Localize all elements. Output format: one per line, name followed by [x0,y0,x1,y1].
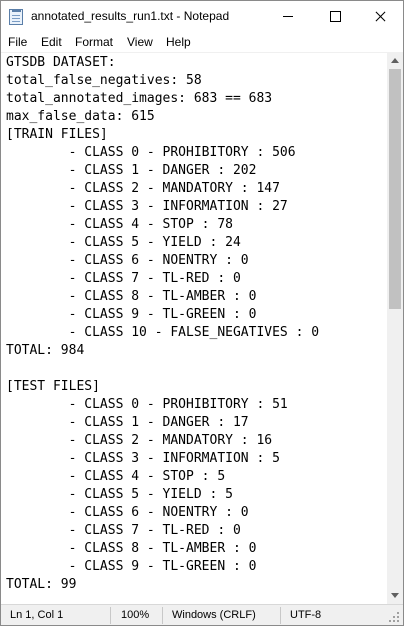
window-title: annotated_results_run1.txt - Notepad [31,9,230,23]
text-line[interactable]: - CLASS 1 - DANGER : 202 [6,162,319,180]
text-line[interactable]: - CLASS 5 - YIELD : 5 [6,486,319,504]
text-line[interactable]: - CLASS 8 - TL-AMBER : 0 [6,288,319,306]
text-line[interactable]: - CLASS 8 - TL-AMBER : 0 [6,540,319,558]
text-line[interactable]: - CLASS 6 - NOENTRY : 0 [6,252,319,270]
menu-help[interactable]: Help [166,35,191,49]
text-line[interactable]: total_false_negatives: 58 [6,72,319,90]
text-line[interactable]: - CLASS 7 - TL-RED : 0 [6,522,319,540]
text-line[interactable]: - CLASS 2 - MANDATORY : 16 [6,432,319,450]
title-bar[interactable]: annotated_results_run1.txt - Notepad [1,1,403,32]
notepad-icon[interactable] [9,9,23,25]
notepad-window: annotated_results_run1.txt - Notepad Fil… [0,0,404,626]
text-line[interactable]: GTSDB DATASET: [6,54,319,72]
text-line[interactable]: - CLASS 2 - MANDATORY : 147 [6,180,319,198]
vertical-scrollbar[interactable] [387,52,403,604]
text-line[interactable]: - CLASS 3 - INFORMATION : 5 [6,450,319,468]
cursor-position: Ln 1, Col 1 [10,609,64,621]
line-ending: Windows (CRLF) [172,609,256,621]
resize-grip-icon[interactable] [389,612,401,624]
text-line[interactable]: max_false_data: 615 [6,108,319,126]
text-line[interactable]: - CLASS 9 - TL-GREEN : 0 [6,558,319,576]
text-editor-area[interactable]: GTSDB DATASET: total_false_negatives: 58 t… [1,52,387,604]
minimize-button[interactable] [265,1,311,32]
text-line[interactable]: - CLASS 9 - TL-GREEN : 0 [6,306,319,324]
menu-view[interactable]: View [127,35,153,49]
text-line[interactable]: - CLASS 3 - INFORMATION : 27 [6,198,319,216]
status-bar: Ln 1, Col 1 100% Windows (CRLF) UTF-8 [1,604,403,625]
encoding: UTF-8 [290,609,322,621]
text-line[interactable]: - CLASS 0 - PROHIBITORY : 51 [6,396,319,414]
text-line[interactable]: - CLASS 1 - DANGER : 17 [6,414,319,432]
text-line[interactable]: TOTAL: 984 [6,342,319,360]
text-line[interactable]: total_annotated_images: 683 == 683 [6,90,319,108]
text-line[interactable]: [TRAIN FILES] [6,126,319,144]
menu-file[interactable]: File [8,35,27,49]
scroll-up-arrow-icon[interactable] [387,52,403,69]
text-line[interactable]: - CLASS 6 - NOENTRY : 0 [6,504,319,522]
text-line[interactable]: - CLASS 10 - FALSE_NEGATIVES : 0 [6,324,319,342]
text-line[interactable]: - CLASS 4 - STOP : 78 [6,216,319,234]
text-content[interactable]: GTSDB DATASET: total_false_negatives: 58 t… [6,54,319,594]
text-line[interactable]: [TEST FILES] [6,378,319,396]
status-divider [110,607,111,624]
status-divider [162,607,163,624]
maximize-button[interactable] [312,1,358,32]
menu-edit[interactable]: Edit [41,35,62,49]
text-line[interactable]: - CLASS 0 - PROHIBITORY : 506 [6,144,319,162]
text-line[interactable]: - CLASS 7 - TL-RED : 0 [6,270,319,288]
zoom-level: 100% [121,609,150,621]
text-line[interactable]: TOTAL: 99 [6,576,319,594]
text-line[interactable] [6,360,319,378]
close-button[interactable] [357,1,403,32]
text-line[interactable]: - CLASS 5 - YIELD : 24 [6,234,319,252]
scrollbar-thumb[interactable] [389,69,401,309]
status-divider [280,607,281,624]
text-line[interactable]: - CLASS 4 - STOP : 5 [6,468,319,486]
menu-bar: File Edit Format View Help [1,32,403,52]
menu-format[interactable]: Format [75,35,113,49]
scroll-down-arrow-icon[interactable] [387,587,403,604]
